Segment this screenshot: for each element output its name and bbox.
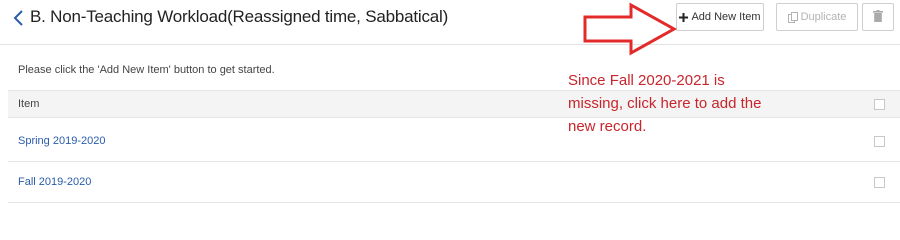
red-arrow-icon <box>582 2 678 63</box>
intro-text: Please click the 'Add New Item' button t… <box>18 64 275 76</box>
add-new-item-button[interactable]: Add New Item <box>676 3 764 31</box>
duplicate-label: Duplicate <box>800 11 847 23</box>
delete-button[interactable] <box>862 3 894 31</box>
trash-icon <box>873 9 883 25</box>
row-link[interactable]: Fall 2019-2020 <box>18 176 91 188</box>
add-new-item-label: Add New Item <box>691 11 761 23</box>
select-all-checkbox[interactable] <box>874 99 885 110</box>
column-header-item: Item <box>18 98 40 110</box>
row-checkbox[interactable] <box>874 136 885 147</box>
copy-icon <box>787 11 798 23</box>
page-header: B. Non-Teaching Workload(Reassigned time… <box>0 0 900 38</box>
duplicate-button[interactable]: Duplicate <box>776 3 858 31</box>
row-link[interactable]: Spring 2019-2020 <box>18 135 105 147</box>
page-title: B. Non-Teaching Workload(Reassigned time… <box>30 7 449 26</box>
annotation-note: Since Fall 2020-2021 is missing, click h… <box>568 72 762 135</box>
header-divider <box>0 44 900 45</box>
plus-icon <box>679 12 689 22</box>
chevron-left-icon[interactable] <box>12 8 26 28</box>
table-row: Fall 2019-2020 <box>8 163 900 203</box>
row-checkbox[interactable] <box>874 177 885 188</box>
